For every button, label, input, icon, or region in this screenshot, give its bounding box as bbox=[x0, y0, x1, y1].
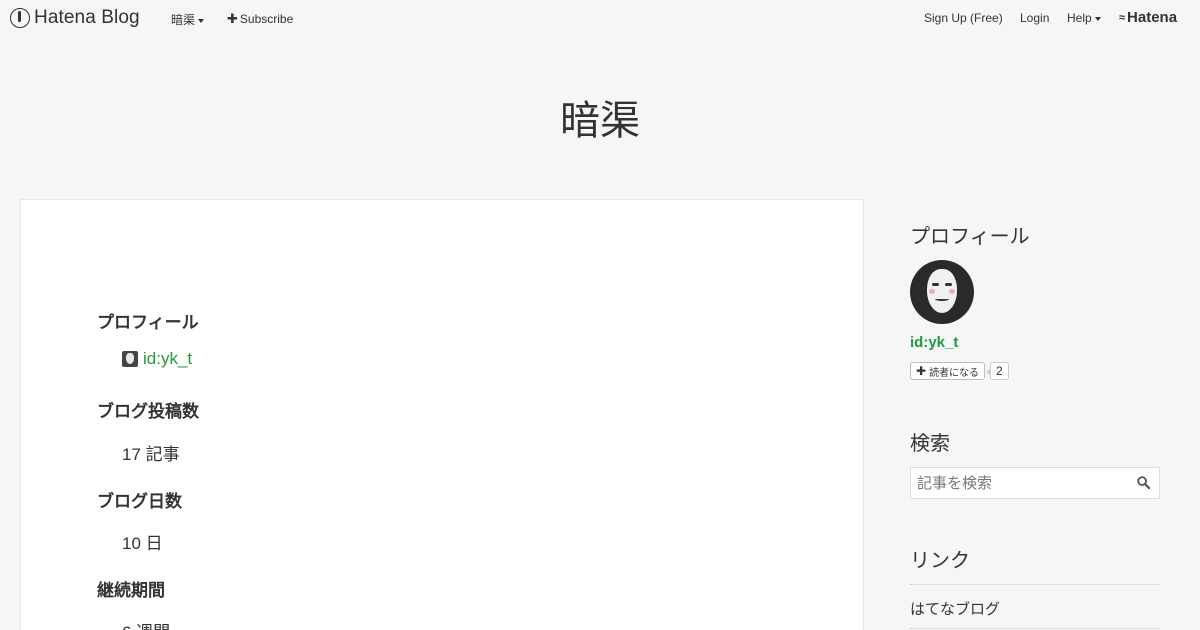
main-content: プロフィール id:yk_t ブログ投稿数 17 記事 ブログ日数 10 日 継… bbox=[20, 199, 864, 630]
subscribe-button[interactable]: ✚ Subscribe bbox=[227, 11, 293, 27]
user-id-link[interactable]: id:yk_t bbox=[143, 349, 192, 369]
plus-icon: ✚ bbox=[916, 364, 927, 378]
divider bbox=[910, 628, 1160, 629]
plus-icon: ✚ bbox=[227, 11, 238, 26]
post-count-heading: ブログ投稿数 bbox=[97, 402, 199, 421]
global-header: Hatena Blog 暗渠 ✚ Subscribe Sign Up (Free)… bbox=[0, 0, 1200, 36]
profile-heading: プロフィール bbox=[97, 313, 199, 332]
hatena-blog-logo[interactable]: Hatena Blog bbox=[10, 7, 140, 29]
blog-days-heading: ブログ日数 bbox=[97, 492, 182, 511]
hatena-brand-link[interactable]: ≈ Hatena bbox=[1119, 9, 1177, 26]
search-input[interactable] bbox=[910, 467, 1160, 499]
sidebar-profile-heading: プロフィール bbox=[910, 226, 1030, 248]
chevron-down-icon bbox=[198, 18, 205, 23]
blog-menu-label: 暗渠 bbox=[171, 13, 196, 27]
avatar[interactable] bbox=[122, 351, 138, 367]
brand-label: Hatena bbox=[1127, 9, 1178, 26]
links-heading: リンク bbox=[910, 550, 970, 572]
duration-value: 6 週間 bbox=[122, 618, 170, 630]
logo-text: Hatena Blog bbox=[34, 7, 140, 28]
subscribe-label: Subscribe bbox=[239, 12, 294, 26]
duration-heading: 継続期間 bbox=[97, 581, 165, 600]
help-label: Help bbox=[1067, 11, 1092, 25]
search-icon[interactable] bbox=[1137, 476, 1150, 489]
divider bbox=[910, 584, 1160, 585]
sidebar-link-hatena-blog[interactable]: はてなブログ bbox=[910, 598, 1000, 619]
chevron-down-icon bbox=[1094, 16, 1101, 21]
blog-days-value: 10 日 bbox=[122, 534, 163, 553]
blog-title[interactable]: 暗渠 bbox=[0, 88, 1200, 146]
avatar[interactable] bbox=[910, 260, 974, 324]
hatena-blog-logo-icon bbox=[10, 8, 30, 28]
signup-link[interactable]: Sign Up (Free) bbox=[924, 11, 1003, 25]
login-link[interactable]: Login bbox=[1020, 11, 1049, 25]
hatena-brand-icon: ≈ bbox=[1119, 11, 1125, 24]
reader-button-label: 読者になる bbox=[929, 367, 980, 379]
subscribe-reader-button[interactable]: ✚ 読者になる bbox=[910, 362, 986, 380]
sidebar-user-id-link[interactable]: id:yk_t bbox=[910, 334, 958, 351]
mask-icon bbox=[927, 269, 957, 313]
reader-count-badge: 2 bbox=[986, 362, 1009, 380]
blog-menu[interactable]: 暗渠 bbox=[171, 11, 205, 28]
help-menu[interactable]: Help bbox=[1067, 11, 1101, 25]
post-count-value: 17 記事 bbox=[122, 445, 180, 464]
profile-value: id:yk_t bbox=[122, 349, 192, 369]
search-heading: 検索 bbox=[910, 433, 950, 455]
